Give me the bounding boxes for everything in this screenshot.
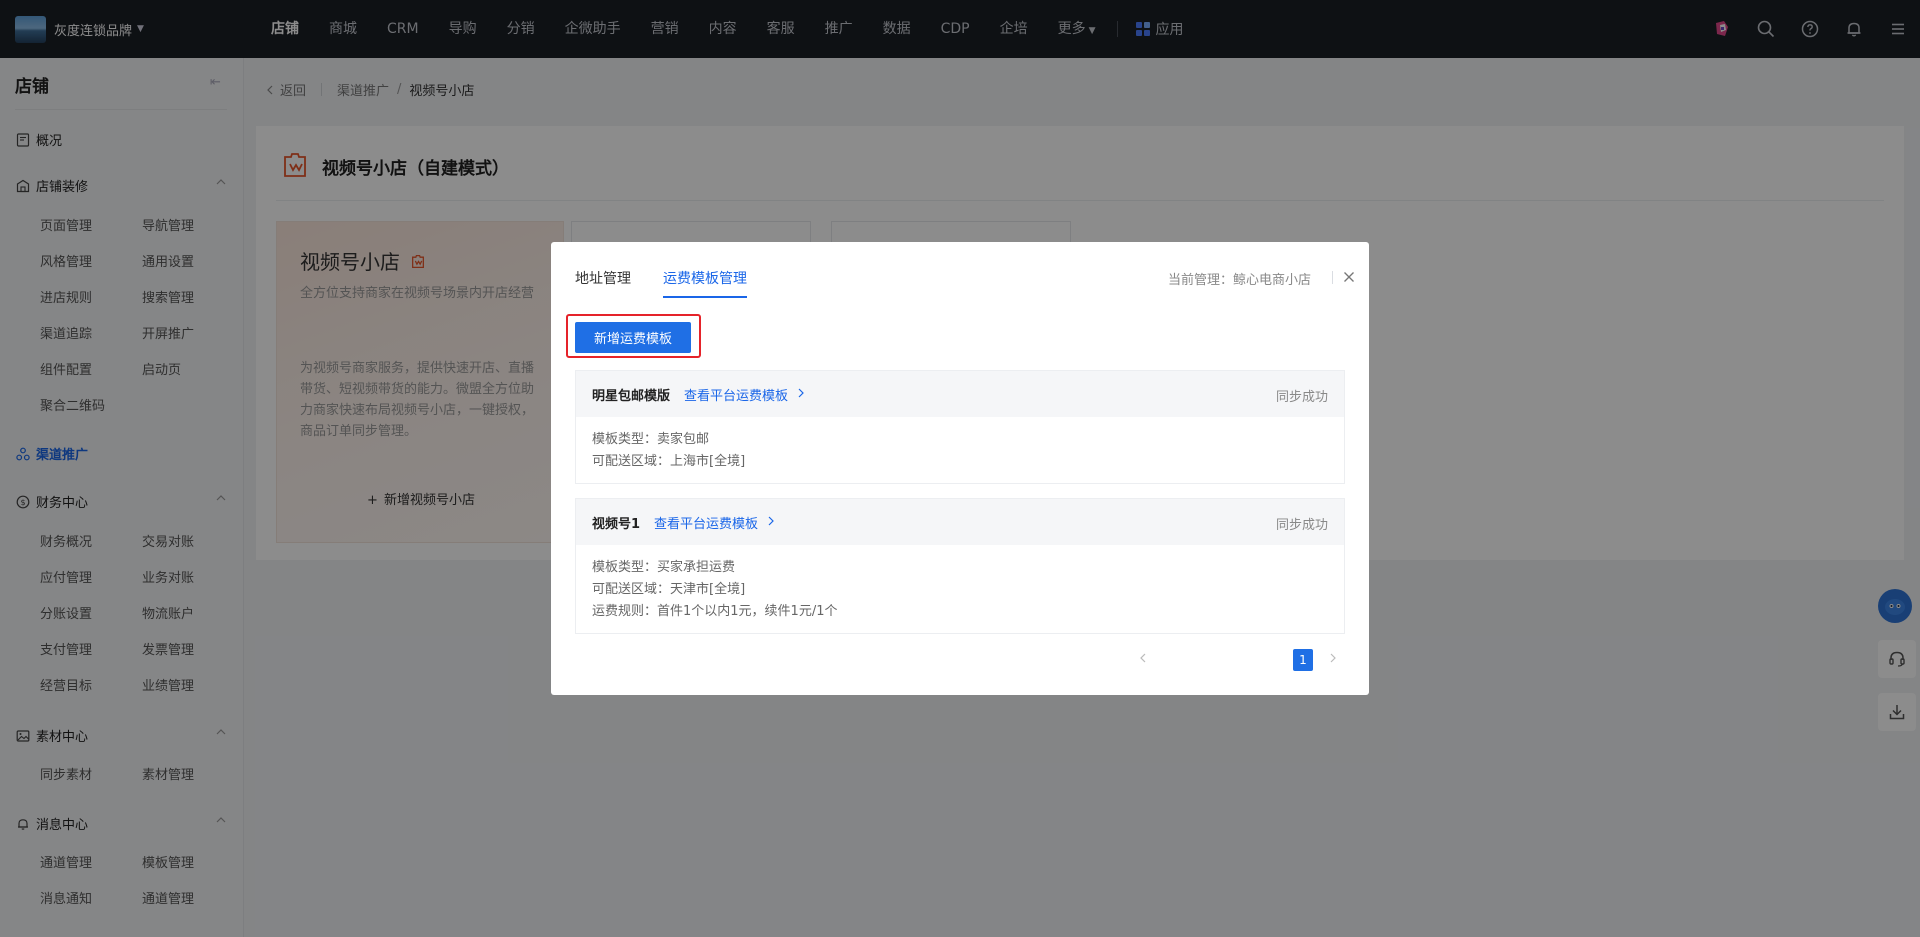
- template-details: 模板类型：买家承担运费 可配送区域：天津市[全境] 运费规则：首件1个以内1元，…: [576, 545, 1344, 633]
- tab-shipping-template-management[interactable]: 运费模板管理: [663, 268, 747, 288]
- delivery-area: 可配送区域：天津市[全境]: [592, 582, 746, 597]
- shipping-template-dialog: 地址管理 运费模板管理 当前管理：鲸心电商小店 新增运费模板 明星包邮模版 查看…: [551, 242, 1369, 695]
- active-tab-indicator: [663, 296, 747, 298]
- delivery-area: 可配送区域：上海市[全境]: [592, 454, 746, 469]
- view-platform-template-label: 查看平台运费模板: [654, 516, 759, 532]
- shipping-template-list: 明星包邮模版 查看平台运费模板 同步成功 模板类型：卖家包邮 可配送区域：上海市…: [575, 370, 1345, 635]
- header-divider: [1332, 271, 1333, 284]
- shipping-template-card: 视频号1 查看平台运费模板 同步成功 模板类型：买家承担运费 可配送区域：天津市…: [575, 498, 1345, 634]
- shipping-rule: 运费规则：首件1个以内1元，续件1元/1个: [592, 604, 838, 619]
- chevron-left-icon[interactable]: [1133, 649, 1153, 671]
- template-type: 模板类型：卖家包邮: [592, 432, 710, 447]
- current-store-label: 当前管理：鲸心电商小店: [1167, 273, 1311, 288]
- view-platform-template-link[interactable]: 查看平台运费模板: [684, 385, 806, 404]
- view-platform-template-link[interactable]: 查看平台运费模板: [654, 513, 776, 532]
- chevron-right-icon[interactable]: [1323, 649, 1343, 671]
- chevron-right-icon: [796, 387, 806, 401]
- template-header: 明星包邮模版 查看平台运费模板 同步成功: [576, 371, 1344, 417]
- shipping-template-card: 明星包邮模版 查看平台运费模板 同步成功 模板类型：卖家包邮 可配送区域：上海市…: [575, 370, 1345, 484]
- view-platform-template-label: 查看平台运费模板: [684, 388, 789, 404]
- tab-address-management[interactable]: 地址管理: [575, 268, 631, 288]
- add-shipping-template-button[interactable]: 新增运费模板: [575, 322, 691, 353]
- template-details: 模板类型：卖家包邮 可配送区域：上海市[全境]: [576, 417, 1344, 483]
- template-type: 模板类型：买家承担运费: [592, 560, 736, 575]
- template-name: 视频号1: [592, 516, 641, 532]
- template-name: 明星包邮模版: [592, 388, 671, 404]
- sync-status: 同步成功: [1275, 390, 1328, 405]
- close-icon[interactable]: [1340, 268, 1358, 286]
- page-number[interactable]: 1: [1293, 649, 1313, 671]
- chevron-right-icon: [766, 515, 776, 529]
- template-header: 视频号1 查看平台运费模板 同步成功: [576, 499, 1344, 545]
- pagination: 1: [551, 649, 1369, 671]
- sync-status: 同步成功: [1275, 518, 1328, 533]
